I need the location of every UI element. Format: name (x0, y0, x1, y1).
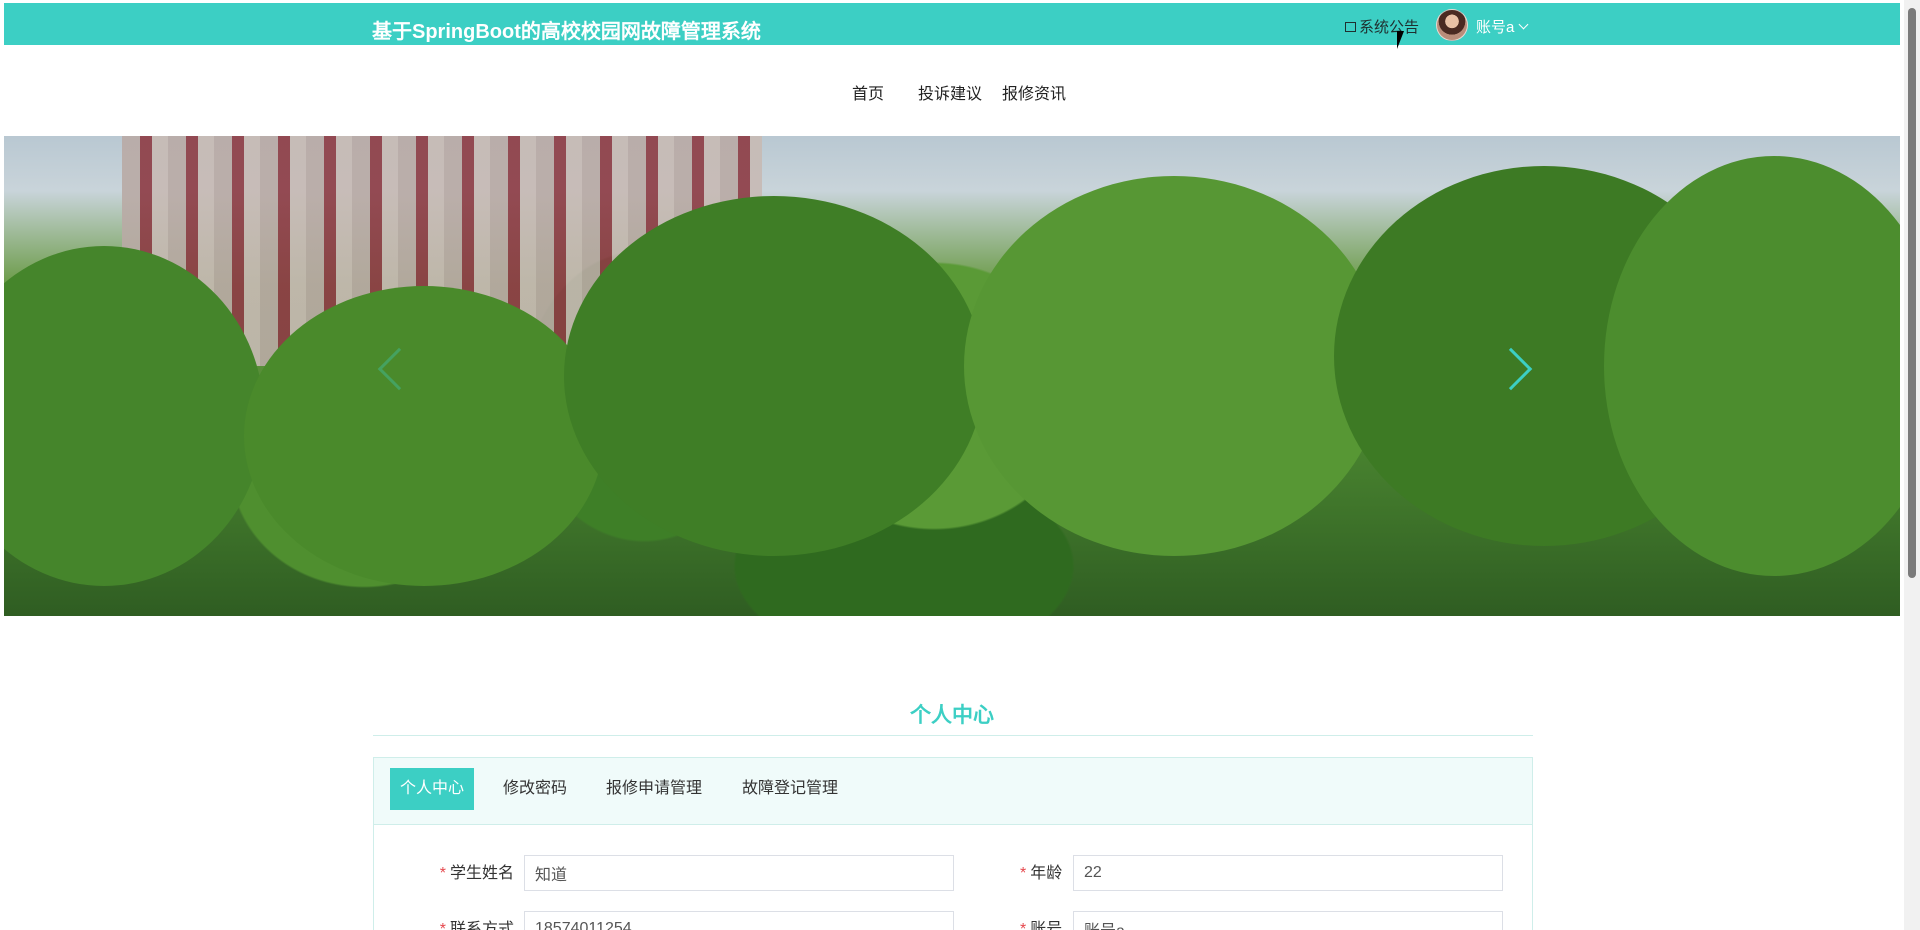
scrollbar-thumb[interactable] (1908, 8, 1916, 578)
system-notice-link[interactable]: 系统公告 (1345, 16, 1419, 37)
title-divider (373, 735, 1533, 736)
nav-item-home[interactable]: 首页 (852, 80, 884, 104)
nav-item-complaints[interactable]: 投诉建议 (918, 80, 982, 104)
tab-repair-requests[interactable]: 报修申请管理 (606, 768, 702, 810)
tab-change-password[interactable]: 修改密码 (503, 768, 567, 810)
chevron-down-icon (1518, 19, 1529, 30)
student-name-label: * 学生姓名 (439, 865, 514, 882)
main-nav: 首页 投诉建议 报修资讯 (0, 80, 1900, 103)
site-title: 基于SpringBoot的高校校园网故障管理系统 (372, 21, 761, 43)
page-scrollbar[interactable] (1904, 0, 1920, 930)
tab-profile[interactable]: 个人中心 (390, 768, 475, 810)
account-input[interactable] (1073, 911, 1503, 930)
phone-label: * 联系方式 (439, 921, 514, 930)
profile-tabs: 个人中心 修改密码 报修申请管理 故障登记管理 (373, 757, 1533, 825)
student-name-input[interactable] (524, 855, 954, 891)
system-notice-label: 系统公告 (1359, 19, 1420, 36)
account-dropdown[interactable]: 账号a (1476, 16, 1529, 37)
tab-fault-registration[interactable]: 故障登记管理 (742, 768, 838, 810)
age-label: * 年龄 (1020, 865, 1063, 882)
section-title: 个人中心 (910, 704, 994, 727)
phone-input[interactable] (524, 911, 954, 930)
mouse-cursor-icon (1397, 31, 1404, 49)
nav-item-repair-news[interactable]: 报修资讯 (1002, 80, 1066, 104)
banner-carousel (4, 136, 1900, 616)
top-header-bar: 基于SpringBoot的高校校园网故障管理系统 系统公告 账号a (4, 3, 1900, 45)
account-field-label: * 账号 (1020, 921, 1063, 930)
notice-icon (1345, 21, 1356, 32)
avatar[interactable] (1436, 9, 1468, 41)
account-label: 账号a (1476, 19, 1515, 36)
age-input[interactable] (1073, 855, 1503, 891)
profile-form: *学生姓名 *年龄 *联系方式 *账号 (373, 825, 1533, 930)
